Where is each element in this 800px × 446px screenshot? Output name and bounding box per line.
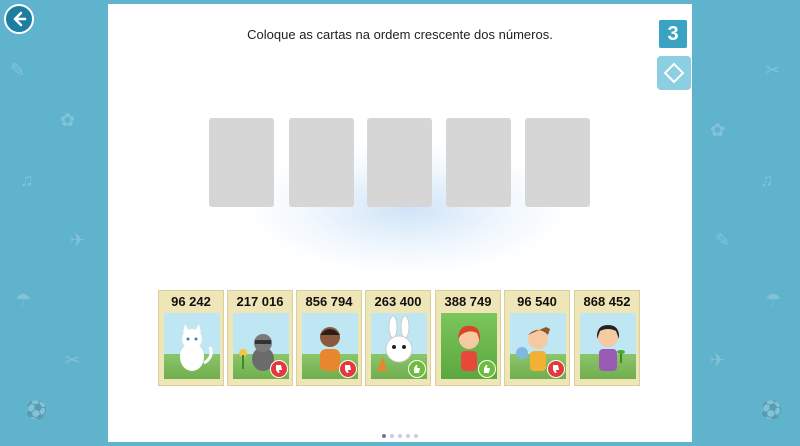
card-number: 217 016 — [236, 294, 284, 309]
number-card[interactable]: 96 540 — [504, 290, 570, 386]
thumbs-down-icon — [553, 365, 559, 373]
page-dot[interactable] — [390, 434, 394, 438]
doodle-icon: ☂ — [15, 290, 32, 310]
doodle-icon: ⚽ — [760, 400, 783, 420]
card-picture — [302, 313, 358, 379]
number-card[interactable]: 856 794 — [296, 290, 362, 386]
drop-slot-2[interactable] — [289, 118, 354, 207]
doodle-icon: ✿ — [60, 110, 76, 130]
page-dot[interactable] — [382, 434, 386, 438]
cat-icon — [180, 324, 213, 371]
drop-slot-3[interactable] — [367, 118, 432, 207]
card-number: 263 400 — [374, 294, 422, 309]
thumbs-down-icon — [345, 365, 351, 373]
page-dot[interactable] — [406, 434, 410, 438]
number-card[interactable]: 96 242 — [158, 290, 224, 386]
doodle-icon: ✂ — [765, 60, 781, 80]
doodle-icon: ♫ — [760, 170, 774, 190]
page-dot[interactable] — [414, 434, 418, 438]
number-card[interactable]: 868 452 — [574, 290, 640, 386]
card-picture — [164, 313, 220, 379]
thumbs-down-badge — [270, 360, 288, 378]
instruction-text: Coloque as cartas na ordem crescente dos… — [247, 27, 553, 42]
doodle-icon: ✎ — [10, 60, 26, 80]
card-picture — [580, 313, 636, 379]
card-number: 868 452 — [583, 294, 631, 309]
number-card[interactable]: 263 400 — [365, 290, 431, 386]
thumbs-up-badge — [478, 360, 496, 378]
back-button[interactable] — [4, 4, 34, 34]
thumbs-down-icon — [276, 365, 282, 373]
drop-slot-5[interactable] — [525, 118, 590, 207]
card-number: 388 749 — [444, 294, 492, 309]
doodle-icon: ✈ — [710, 350, 726, 370]
thumbs-down-badge — [547, 360, 565, 378]
card-picture — [233, 313, 289, 379]
number-card[interactable]: 217 016 — [227, 290, 293, 386]
card-number: 96 242 — [171, 294, 211, 309]
doodle-icon: ✈ — [70, 230, 86, 250]
page-dot[interactable] — [398, 434, 402, 438]
doodle-icon: ☂ — [765, 290, 782, 310]
level-counter: 3 — [657, 18, 689, 50]
card-picture — [510, 313, 566, 379]
card-picture — [441, 313, 497, 379]
doodle-icon: ♫ — [20, 170, 34, 190]
thumbs-up-icon — [484, 365, 490, 373]
card-number: 856 794 — [305, 294, 353, 309]
doodle-icon: ✿ — [710, 120, 726, 140]
doodle-icon: ✂ — [65, 350, 81, 370]
pagination-dots — [108, 434, 692, 438]
thumbs-down-badge — [339, 360, 357, 378]
doodle-icon: ✎ — [715, 230, 731, 250]
diamond-icon — [663, 62, 685, 84]
plant-girl-icon — [596, 325, 625, 371]
arrow-left-icon — [13, 11, 27, 27]
thumbs-up-icon — [414, 365, 420, 373]
doodle-icon: ⚽ — [25, 400, 48, 420]
number-card[interactable]: 388 749 — [435, 290, 501, 386]
drop-slot-4[interactable] — [446, 118, 511, 207]
card-picture — [371, 313, 427, 379]
hint-button[interactable] — [657, 56, 691, 90]
drop-slot-1[interactable] — [209, 118, 274, 207]
game-panel: Coloque as cartas na ordem crescente dos… — [108, 4, 692, 442]
card-number: 96 540 — [517, 294, 557, 309]
thumbs-up-badge — [408, 360, 426, 378]
